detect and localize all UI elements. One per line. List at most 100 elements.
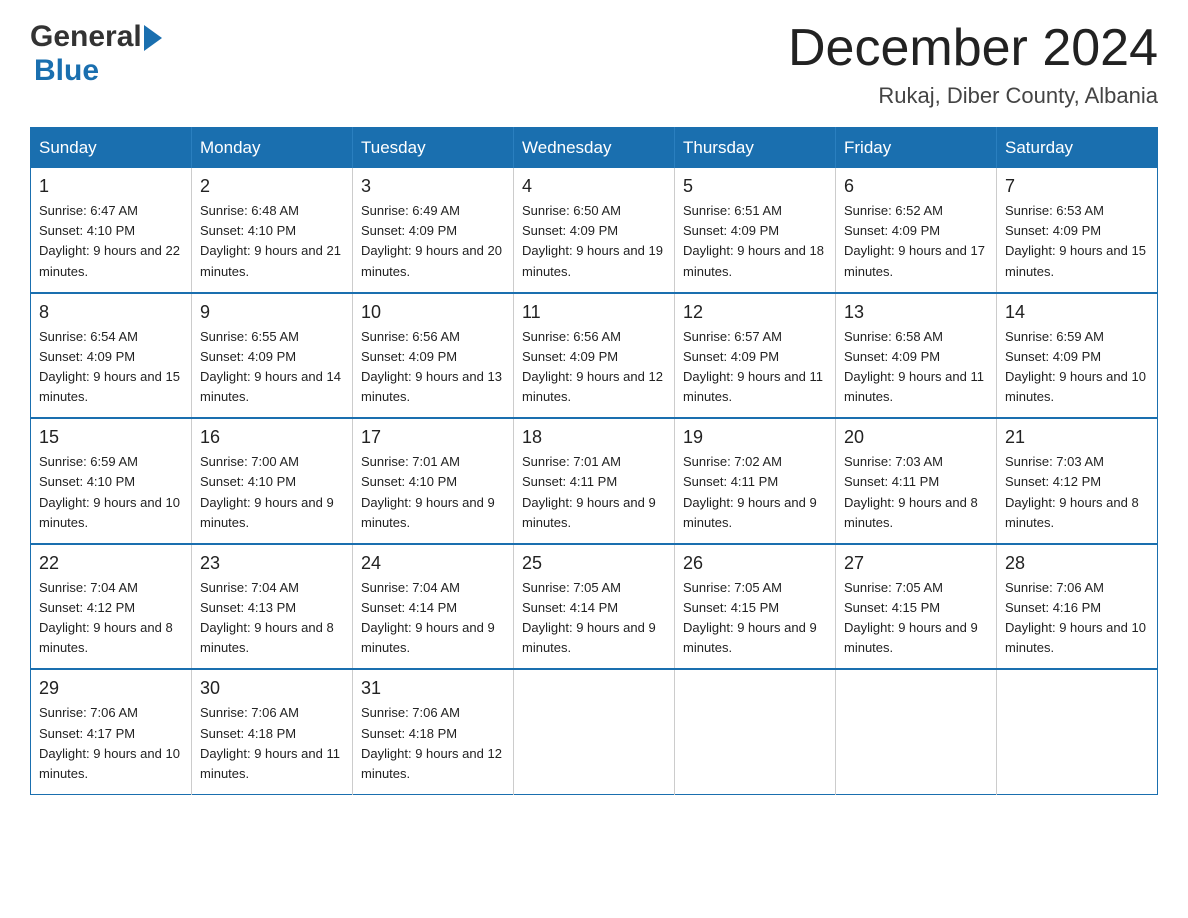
day-info: Sunrise: 6:56 AMSunset: 4:09 PMDaylight:… <box>522 327 666 408</box>
day-number: 28 <box>1005 553 1149 574</box>
day-number: 15 <box>39 427 183 448</box>
day-info: Sunrise: 7:04 AMSunset: 4:12 PMDaylight:… <box>39 578 183 659</box>
day-number: 12 <box>683 302 827 323</box>
calendar-week-row: 22 Sunrise: 7:04 AMSunset: 4:12 PMDayligh… <box>31 544 1158 670</box>
calendar-day-cell: 4 Sunrise: 6:50 AMSunset: 4:09 PMDaylight… <box>514 168 675 293</box>
day-info: Sunrise: 6:59 AMSunset: 4:09 PMDaylight:… <box>1005 327 1149 408</box>
day-number: 13 <box>844 302 988 323</box>
calendar-day-cell: 1 Sunrise: 6:47 AMSunset: 4:10 PMDaylight… <box>31 168 192 293</box>
day-number: 31 <box>361 678 505 699</box>
day-info: Sunrise: 6:53 AMSunset: 4:09 PMDaylight:… <box>1005 201 1149 282</box>
calendar-day-cell: 6 Sunrise: 6:52 AMSunset: 4:09 PMDaylight… <box>836 168 997 293</box>
calendar-day-cell: 18Sunrise: 7:01 AMSunset: 4:11 PMDayligh… <box>514 418 675 544</box>
day-info: Sunrise: 7:05 AMSunset: 4:15 PMDaylight:… <box>844 578 988 659</box>
day-info: Sunrise: 6:52 AMSunset: 4:09 PMDaylight:… <box>844 201 988 282</box>
calendar-day-cell: 26 Sunrise: 7:05 AMSunset: 4:15 PMDayligh… <box>675 544 836 670</box>
day-number: 8 <box>39 302 183 323</box>
day-info: Sunrise: 7:03 AMSunset: 4:11 PMDaylight:… <box>844 452 988 533</box>
calendar-day-cell: 5Sunrise: 6:51 AMSunset: 4:09 PMDaylight… <box>675 168 836 293</box>
day-info: Sunrise: 7:06 AMSunset: 4:17 PMDaylight:… <box>39 703 183 784</box>
calendar-week-row: 29Sunrise: 7:06 AMSunset: 4:17 PMDayligh… <box>31 669 1158 794</box>
day-number: 16 <box>200 427 344 448</box>
day-number: 23 <box>200 553 344 574</box>
day-info: Sunrise: 6:57 AMSunset: 4:09 PMDaylight:… <box>683 327 827 408</box>
calendar-week-row: 8Sunrise: 6:54 AMSunset: 4:09 PMDaylight… <box>31 293 1158 419</box>
day-info: Sunrise: 7:00 AMSunset: 4:10 PMDaylight:… <box>200 452 344 533</box>
day-number: 4 <box>522 176 666 197</box>
day-info: Sunrise: 6:58 AMSunset: 4:09 PMDaylight:… <box>844 327 988 408</box>
calendar-body: 1 Sunrise: 6:47 AMSunset: 4:10 PMDaylight… <box>31 168 1158 794</box>
calendar-day-cell: 23 Sunrise: 7:04 AMSunset: 4:13 PMDayligh… <box>192 544 353 670</box>
calendar-day-header: Wednesday <box>514 128 675 169</box>
calendar-day-cell: 7 Sunrise: 6:53 AMSunset: 4:09 PMDaylight… <box>997 168 1158 293</box>
day-info: Sunrise: 7:05 AMSunset: 4:15 PMDaylight:… <box>683 578 827 659</box>
day-number: 3 <box>361 176 505 197</box>
calendar-day-cell: 27 Sunrise: 7:05 AMSunset: 4:15 PMDayligh… <box>836 544 997 670</box>
day-number: 7 <box>1005 176 1149 197</box>
calendar-day-header: Friday <box>836 128 997 169</box>
calendar-day-cell <box>997 669 1158 794</box>
day-info: Sunrise: 6:50 AMSunset: 4:09 PMDaylight:… <box>522 201 666 282</box>
calendar-day-cell: 12 Sunrise: 6:57 AMSunset: 4:09 PMDayligh… <box>675 293 836 419</box>
calendar-table: SundayMondayTuesdayWednesdayThursdayFrid… <box>30 127 1158 795</box>
day-info: Sunrise: 6:48 AMSunset: 4:10 PMDaylight:… <box>200 201 344 282</box>
calendar-day-cell: 19 Sunrise: 7:02 AMSunset: 4:11 PMDayligh… <box>675 418 836 544</box>
calendar-day-header: Sunday <box>31 128 192 169</box>
month-title: December 2024 <box>788 20 1158 77</box>
day-number: 14 <box>1005 302 1149 323</box>
day-number: 22 <box>39 553 183 574</box>
day-number: 2 <box>200 176 344 197</box>
calendar-day-cell: 8Sunrise: 6:54 AMSunset: 4:09 PMDaylight… <box>31 293 192 419</box>
day-number: 20 <box>844 427 988 448</box>
calendar-day-header: Monday <box>192 128 353 169</box>
calendar-day-cell: 31Sunrise: 7:06 AMSunset: 4:18 PMDayligh… <box>353 669 514 794</box>
day-info: Sunrise: 6:59 AMSunset: 4:10 PMDaylight:… <box>39 452 183 533</box>
calendar-day-cell <box>514 669 675 794</box>
day-number: 30 <box>200 678 344 699</box>
calendar-day-header: Tuesday <box>353 128 514 169</box>
calendar-header-row: SundayMondayTuesdayWednesdayThursdayFrid… <box>31 128 1158 169</box>
day-number: 17 <box>361 427 505 448</box>
calendar-day-cell: 9Sunrise: 6:55 AMSunset: 4:09 PMDaylight… <box>192 293 353 419</box>
day-info: Sunrise: 6:49 AMSunset: 4:09 PMDaylight:… <box>361 201 505 282</box>
day-info: Sunrise: 7:06 AMSunset: 4:18 PMDaylight:… <box>200 703 344 784</box>
calendar-day-cell: 2 Sunrise: 6:48 AMSunset: 4:10 PMDaylight… <box>192 168 353 293</box>
page-header: General Blue December 2024 Rukaj, Diber … <box>30 20 1158 109</box>
calendar-day-cell: 20 Sunrise: 7:03 AMSunset: 4:11 PMDayligh… <box>836 418 997 544</box>
calendar-day-cell: 14 Sunrise: 6:59 AMSunset: 4:09 PMDayligh… <box>997 293 1158 419</box>
day-number: 6 <box>844 176 988 197</box>
day-number: 18 <box>522 427 666 448</box>
day-number: 24 <box>361 553 505 574</box>
calendar-day-header: Saturday <box>997 128 1158 169</box>
title-area: December 2024 Rukaj, Diber County, Alban… <box>788 20 1158 109</box>
calendar-day-cell: 13 Sunrise: 6:58 AMSunset: 4:09 PMDayligh… <box>836 293 997 419</box>
day-number: 11 <box>522 302 666 323</box>
calendar-day-cell: 29Sunrise: 7:06 AMSunset: 4:17 PMDayligh… <box>31 669 192 794</box>
day-number: 10 <box>361 302 505 323</box>
day-number: 26 <box>683 553 827 574</box>
day-info: Sunrise: 7:02 AMSunset: 4:11 PMDaylight:… <box>683 452 827 533</box>
calendar-day-cell <box>836 669 997 794</box>
calendar-day-cell: 22 Sunrise: 7:04 AMSunset: 4:12 PMDayligh… <box>31 544 192 670</box>
day-info: Sunrise: 7:05 AMSunset: 4:14 PMDaylight:… <box>522 578 666 659</box>
calendar-day-cell: 28 Sunrise: 7:06 AMSunset: 4:16 PMDayligh… <box>997 544 1158 670</box>
day-info: Sunrise: 6:47 AMSunset: 4:10 PMDaylight:… <box>39 201 183 282</box>
calendar-day-cell: 25Sunrise: 7:05 AMSunset: 4:14 PMDayligh… <box>514 544 675 670</box>
day-info: Sunrise: 6:56 AMSunset: 4:09 PMDaylight:… <box>361 327 505 408</box>
day-number: 9 <box>200 302 344 323</box>
day-number: 27 <box>844 553 988 574</box>
day-number: 19 <box>683 427 827 448</box>
logo-arrow-icon <box>144 25 162 51</box>
day-info: Sunrise: 7:04 AMSunset: 4:13 PMDaylight:… <box>200 578 344 659</box>
day-info: Sunrise: 7:01 AMSunset: 4:10 PMDaylight:… <box>361 452 505 533</box>
calendar-day-header: Thursday <box>675 128 836 169</box>
calendar-day-cell: 11 Sunrise: 6:56 AMSunset: 4:09 PMDayligh… <box>514 293 675 419</box>
day-info: Sunrise: 7:03 AMSunset: 4:12 PMDaylight:… <box>1005 452 1149 533</box>
day-number: 1 <box>39 176 183 197</box>
logo-general-text: General <box>30 20 142 54</box>
calendar-day-cell: 15 Sunrise: 6:59 AMSunset: 4:10 PMDayligh… <box>31 418 192 544</box>
day-number: 5 <box>683 176 827 197</box>
logo-blue-text: Blue <box>34 54 162 88</box>
day-info: Sunrise: 7:04 AMSunset: 4:14 PMDaylight:… <box>361 578 505 659</box>
day-info: Sunrise: 7:06 AMSunset: 4:16 PMDaylight:… <box>1005 578 1149 659</box>
